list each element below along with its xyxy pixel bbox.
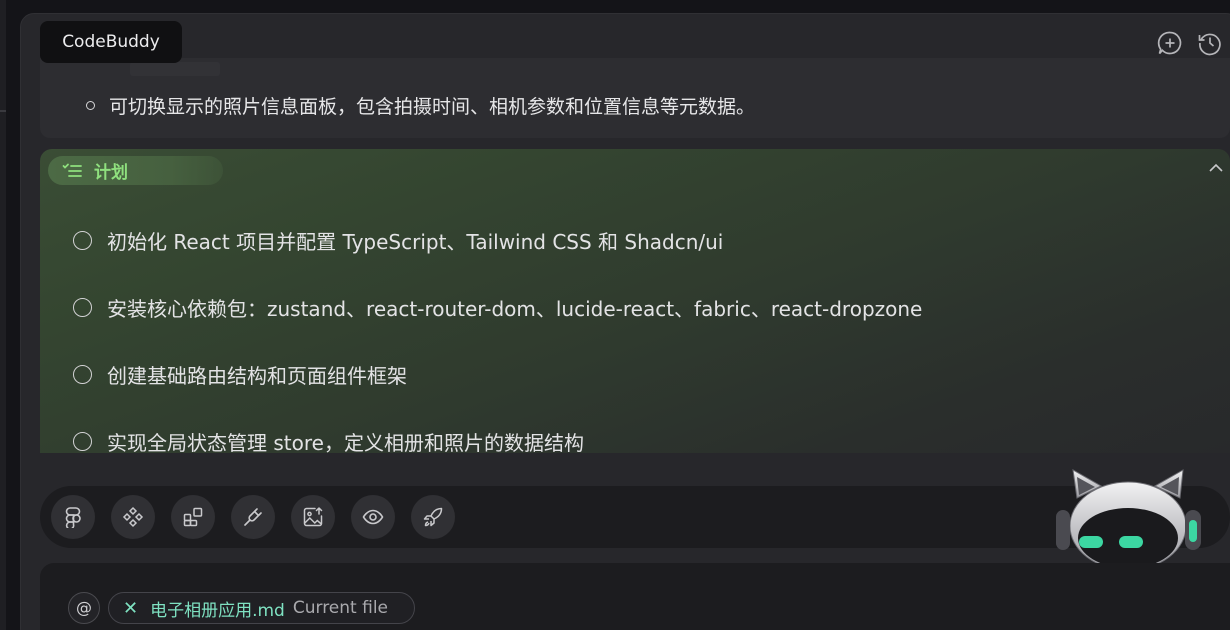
tool-bar — [40, 486, 1230, 548]
close-icon[interactable]: ✕ — [123, 598, 138, 619]
image-upload-button[interactable] — [291, 495, 335, 539]
history-icon[interactable] — [1197, 30, 1223, 56]
components-icon — [122, 506, 144, 528]
task-label: 实现全局状态管理 store，定义相册和照片的数据结构 — [107, 431, 584, 453]
plan-task: 实现全局状态管理 store，定义相册和照片的数据结构 — [73, 427, 584, 453]
task-status-circle-icon — [73, 365, 92, 384]
task-label: 安装核心依赖包：zustand、react-router-dom、lucide-… — [107, 297, 923, 321]
checklist-icon — [62, 163, 82, 177]
image-upload-icon — [303, 506, 323, 527]
bullet-icon — [86, 101, 95, 110]
plan-label: 计划 — [94, 163, 128, 183]
summary-list-item: 可切换显示的照片信息面板，包含拍摄时间、相机参数和位置信息等元数据。 — [86, 92, 755, 119]
plug-icon — [244, 508, 262, 526]
preview-button[interactable] — [351, 495, 395, 539]
plan-tag[interactable]: 计划 — [48, 156, 223, 185]
deploy-button[interactable] — [411, 495, 455, 539]
plugin-button[interactable] — [231, 495, 275, 539]
blocks-icon — [183, 507, 203, 527]
plan-card: 计划 初始化 React 项目并配置 TypeScript、Tailwind C… — [40, 149, 1230, 453]
rocket-deploy-icon — [423, 507, 443, 527]
task-status-circle-icon — [73, 231, 92, 250]
figma-button[interactable] — [51, 495, 95, 539]
plan-task: 初始化 React 项目并配置 TypeScript、Tailwind CSS … — [73, 226, 723, 255]
task-label: 初始化 React 项目并配置 TypeScript、Tailwind CSS … — [107, 230, 724, 254]
components-button[interactable] — [111, 495, 155, 539]
plan-task: 创建基础路由结构和页面组件框架 — [73, 360, 407, 389]
current-file-chip[interactable]: ✕ 电子相册应用.md Current file — [108, 592, 415, 624]
mention-button[interactable]: @ — [68, 592, 100, 624]
chevron-up-icon[interactable] — [1208, 162, 1224, 174]
left-pane-edge — [0, 0, 6, 630]
task-status-circle-icon — [73, 298, 92, 317]
preview-eye-icon — [362, 509, 384, 525]
new-chat-icon[interactable] — [1157, 30, 1183, 56]
app-tooltip: CodeBuddy — [40, 21, 182, 63]
task-status-circle-icon — [73, 432, 92, 451]
blocks-button[interactable] — [171, 495, 215, 539]
task-label: 创建基础路由结构和页面组件框架 — [107, 364, 407, 388]
file-name: 电子相册应用.md — [150, 600, 285, 621]
file-meta: Current file — [292, 598, 389, 618]
mascot-robot-cat-icon — [1056, 469, 1201, 564]
plan-task: 安装核心依赖包：zustand、react-router-dom、lucide-… — [73, 293, 922, 322]
figma-icon — [65, 507, 81, 528]
